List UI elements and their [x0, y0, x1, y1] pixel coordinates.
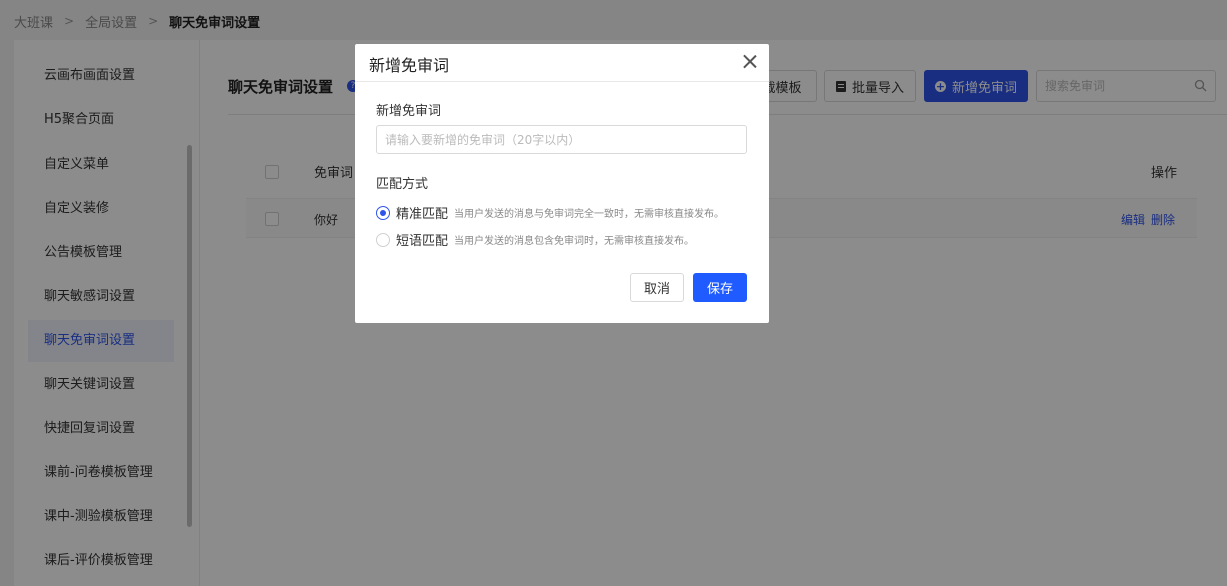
- phrase-match-desc: 当用户发送的消息包含免审词时，无需审核直接发布。: [454, 236, 695, 247]
- save-button[interactable]: 保存: [693, 273, 747, 302]
- exempt-word-input[interactable]: [376, 125, 747, 154]
- exact-match-label: 精准匹配: [396, 207, 449, 222]
- radio-button-checked[interactable]: [376, 205, 390, 220]
- dialog-title: 新增免审词: [369, 56, 450, 75]
- radio-phrase-match[interactable]: 短语匹配 当用户发送的消息包含免审词时，无需审核直接发布。: [376, 230, 694, 249]
- dialog-header: 新增免审词: [355, 44, 769, 82]
- exact-match-desc: 当用户发送的消息与免审词完全一致时，无需审核直接发布。: [454, 209, 725, 220]
- word-field-label: 新增免审词: [376, 104, 442, 119]
- match-mode-label: 匹配方式: [376, 177, 429, 192]
- radio-button[interactable]: [376, 232, 390, 247]
- close-icon[interactable]: [742, 54, 757, 69]
- cancel-button[interactable]: 取消: [630, 273, 684, 302]
- radio-exact-match[interactable]: 精准匹配 当用户发送的消息与免审词完全一致时，无需审核直接发布。: [376, 203, 724, 222]
- add-exempt-word-dialog: 新增免审词 新增免审词 匹配方式 精准匹配 当用户发送的消息与免审词完全一致时，…: [355, 44, 769, 323]
- phrase-match-label: 短语匹配: [396, 234, 449, 249]
